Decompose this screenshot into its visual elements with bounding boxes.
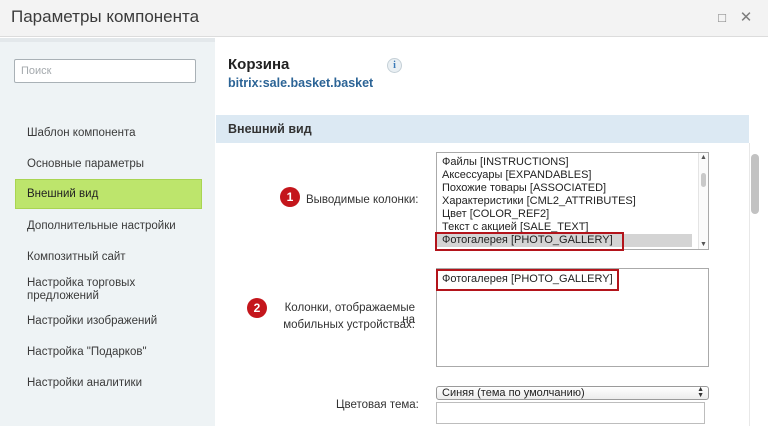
list-item[interactable]: Цвет [COLOR_REF2]: [442, 208, 549, 220]
sidebar-item-basic-params[interactable]: Основные параметры: [15, 158, 202, 171]
close-icon[interactable]: ✕: [737, 9, 755, 27]
component-name: Корзина: [228, 56, 290, 73]
maximize-icon[interactable]: □: [713, 9, 731, 27]
scroll-up-icon[interactable]: ▲: [700, 154, 707, 161]
sidebar-item-template[interactable]: Шаблон компонента: [15, 127, 202, 140]
window-title: Параметры компонента: [11, 7, 200, 26]
search-input[interactable]: [14, 59, 196, 83]
scroll-down-icon[interactable]: ▼: [700, 241, 707, 248]
color-theme-value: Синяя (тема по умолчанию): [442, 387, 585, 399]
color-theme-select[interactable]: Синяя (тема по умолчанию) ▲ ▼: [436, 386, 709, 400]
list-item[interactable]: Аксессуары [EXPANDABLES]: [442, 169, 591, 181]
columns-label: Выводимые колонки:: [306, 194, 419, 206]
section-header: Внешний вид: [216, 115, 749, 143]
list-item[interactable]: Похожие товары [ASSOCIATED]: [442, 182, 606, 194]
step-badge-2: 2: [247, 298, 267, 318]
component-code: bitrix:sale.basket.basket: [228, 76, 374, 90]
color-theme-label: Цветовая тема:: [336, 399, 419, 411]
window-titlebar: Параметры компонента □ ✕: [0, 0, 768, 37]
sidebar-item-trade-offers[interactable]: Настройка торговых предложений: [15, 277, 165, 303]
sidebar-item-images[interactable]: Настройки изображений: [15, 315, 202, 328]
sidebar-item-gifts[interactable]: Настройка "Подарков": [15, 346, 202, 359]
listbox-scroll-thumb[interactable]: [701, 173, 706, 187]
panel-scrollbar-thumb[interactable]: [751, 154, 759, 214]
sidebar-item-analytics[interactable]: Настройки аналитики: [15, 377, 202, 390]
sidebar-item-appearance[interactable]: Внешний вид: [15, 179, 202, 209]
section-title: Внешний вид: [228, 122, 312, 136]
sidebar-item-composite[interactable]: Композитный сайт: [15, 251, 202, 264]
highlight-frame: [436, 269, 619, 291]
step-badge-1: 1: [280, 187, 300, 207]
list-item[interactable]: Характеристики [CML2_ATTRIBUTES]: [442, 195, 636, 207]
sidebar-item-additional[interactable]: Дополнительные настройки: [15, 220, 202, 233]
info-icon[interactable]: i: [387, 58, 402, 73]
sidebar: Шаблон компонента Основные параметры Вне…: [0, 38, 215, 426]
mobile-columns-label-line2: мобильных устройствах:: [283, 319, 415, 331]
highlight-frame: [435, 232, 624, 251]
list-item[interactable]: Файлы [INSTRUCTIONS]: [442, 156, 569, 168]
color-theme-text-field[interactable]: [436, 402, 705, 424]
select-arrows-icon: ▲ ▼: [697, 386, 704, 399]
listbox-scrollbar[interactable]: ▲ ▼: [698, 153, 708, 249]
